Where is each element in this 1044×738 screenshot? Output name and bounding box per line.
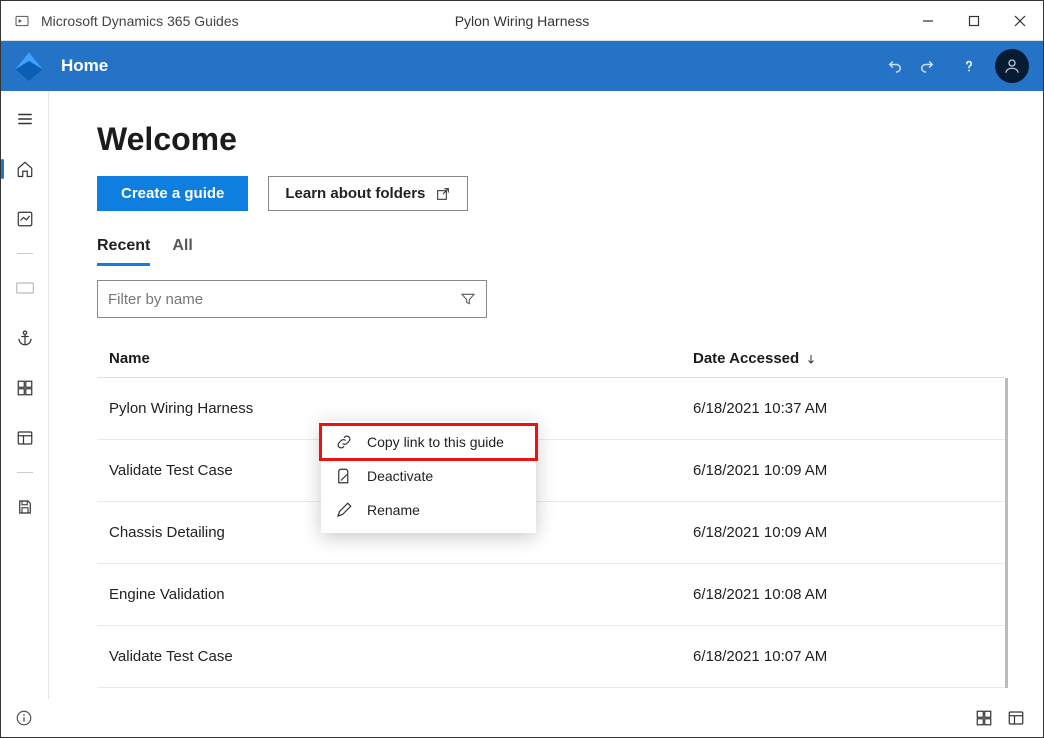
row-name: Validate Test Case — [109, 648, 693, 665]
row-date: 6/18/2021 10:09 AM — [693, 462, 993, 479]
cm-deactivate-label: Deactivate — [367, 468, 433, 484]
table-row[interactable]: Chassis Detailing 6/18/2021 10:09 AM — [97, 502, 1005, 564]
divider — [17, 472, 33, 473]
cm-copy-link[interactable]: Copy link to this guide — [321, 425, 536, 459]
cm-copy-link-label: Copy link to this guide — [367, 434, 504, 450]
col-name[interactable]: Name — [109, 350, 693, 367]
undo-button[interactable] — [879, 50, 911, 82]
learn-folders-button[interactable]: Learn about folders — [268, 176, 468, 211]
redo-button[interactable] — [911, 50, 943, 82]
step-icon[interactable] — [5, 372, 45, 404]
main-content: Welcome Create a guide Learn about folde… — [49, 91, 1043, 699]
sidebar — [1, 91, 49, 699]
titlebar: Microsoft Dynamics 365 Guides Pylon Wiri… — [1, 1, 1043, 41]
row-date: 6/18/2021 10:08 AM — [693, 586, 993, 603]
rename-icon — [335, 501, 353, 519]
divider — [17, 253, 33, 254]
col-date-label: Date Accessed — [693, 350, 799, 367]
avatar[interactable] — [995, 49, 1029, 83]
maximize-button[interactable] — [951, 1, 997, 41]
table-body: Pylon Wiring Harness 6/18/2021 10:37 AM … — [97, 378, 1008, 688]
link-icon — [335, 433, 353, 451]
cm-rename-label: Rename — [367, 502, 420, 518]
row-name: Pylon Wiring Harness — [109, 400, 693, 417]
row-date: 6/18/2021 10:07 AM — [693, 648, 993, 665]
sort-desc-icon — [805, 353, 817, 365]
outline-icon[interactable] — [5, 272, 45, 304]
col-date[interactable]: Date Accessed — [693, 350, 993, 367]
cm-rename[interactable]: Rename — [321, 493, 536, 527]
filter-input[interactable] — [108, 291, 460, 308]
tab-recent[interactable]: Recent — [97, 237, 150, 266]
create-guide-button[interactable]: Create a guide — [97, 176, 248, 211]
filter-icon[interactable] — [460, 291, 476, 307]
app-icon — [13, 12, 31, 30]
analyze-icon[interactable] — [5, 203, 45, 235]
learn-folders-label: Learn about folders — [285, 185, 425, 202]
filter-wrap — [97, 280, 487, 318]
save-icon[interactable] — [5, 491, 45, 523]
table-row[interactable]: Validate Test Case 6/18/2021 10:07 AM — [97, 626, 1005, 688]
external-link-icon — [435, 186, 451, 202]
table-row[interactable]: Validate Test Case 6/18/2021 10:09 AM — [97, 440, 1005, 502]
info-icon[interactable] — [15, 709, 33, 727]
table-row[interactable]: Pylon Wiring Harness 6/18/2021 10:37 AM — [97, 378, 1005, 440]
minimize-button[interactable] — [905, 1, 951, 41]
page-title: Welcome — [97, 121, 1005, 158]
list-view-button[interactable] — [1003, 705, 1029, 731]
app-name: Microsoft Dynamics 365 Guides — [41, 13, 239, 29]
grid-view-button[interactable] — [971, 705, 997, 731]
tab-all[interactable]: All — [172, 237, 192, 266]
deactivate-icon — [335, 467, 353, 485]
form-icon[interactable] — [5, 422, 45, 454]
close-button[interactable] — [997, 1, 1043, 41]
window-controls — [905, 1, 1043, 41]
context-menu: Copy link to this guide Deactivate Renam… — [321, 421, 536, 533]
header-title: Home — [61, 56, 108, 76]
cm-deactivate[interactable]: Deactivate — [321, 459, 536, 493]
table-row[interactable]: Engine Validation 6/18/2021 10:08 AM — [97, 564, 1005, 626]
row-name: Engine Validation — [109, 586, 693, 603]
footer — [1, 699, 1043, 737]
doc-title: Pylon Wiring Harness — [455, 13, 590, 29]
app-header: Home — [1, 41, 1043, 91]
table-header: Name Date Accessed — [97, 340, 1005, 378]
guides-table: Name Date Accessed Pylon Wiring Harness … — [97, 340, 1005, 688]
tabs: Recent All — [97, 237, 1005, 266]
row-date: 6/18/2021 10:37 AM — [693, 400, 993, 417]
logo-icon — [11, 48, 47, 84]
row-date: 6/18/2021 10:09 AM — [693, 524, 993, 541]
home-icon[interactable] — [5, 153, 45, 185]
hamburger-icon[interactable] — [5, 103, 45, 135]
anchor-icon[interactable] — [5, 322, 45, 354]
help-button[interactable] — [953, 50, 985, 82]
